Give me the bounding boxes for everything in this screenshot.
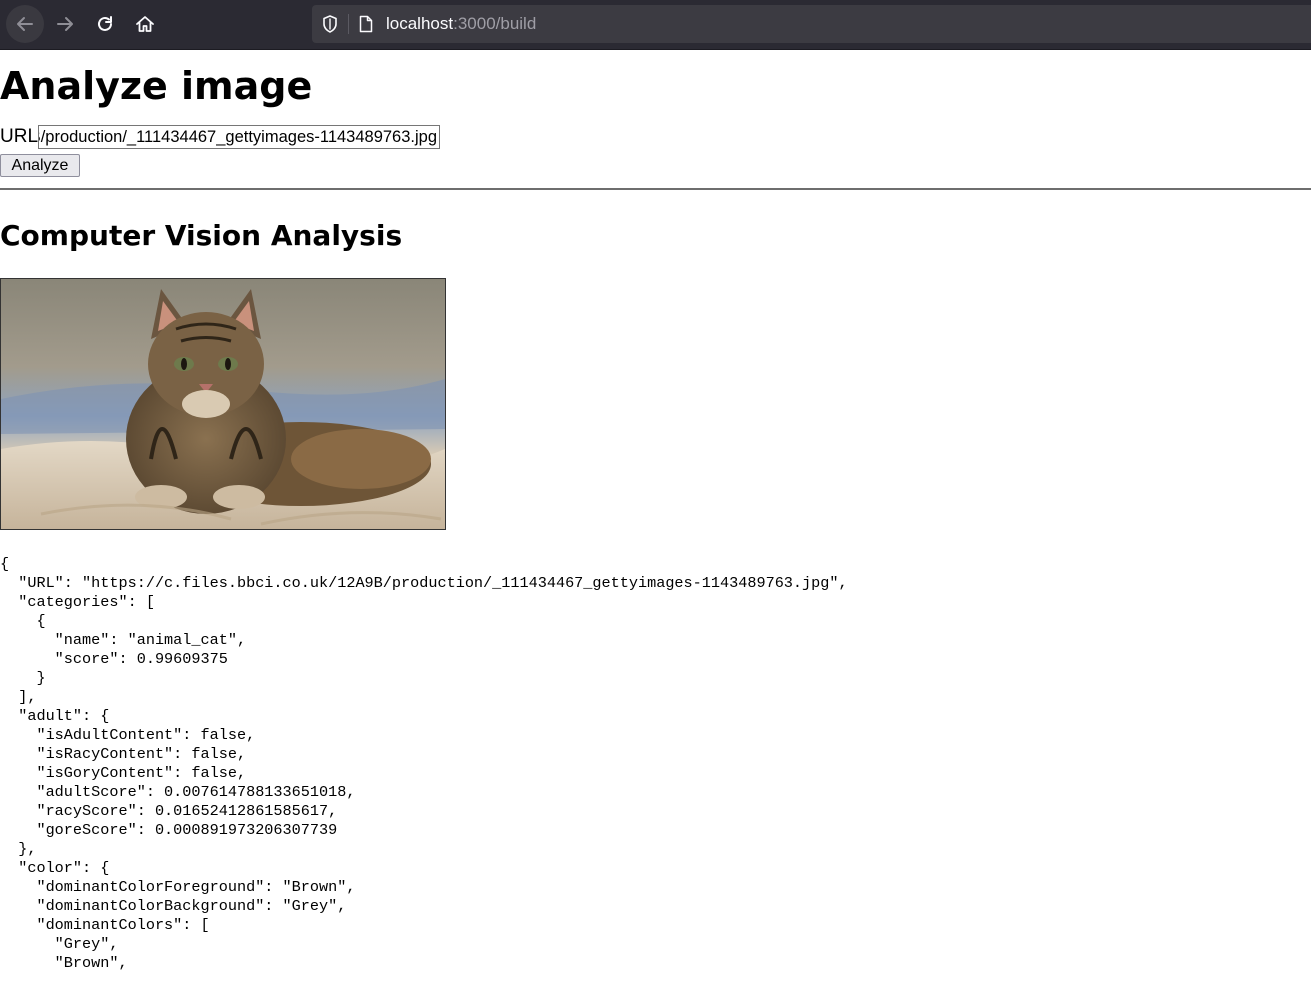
- analyzed-cat-photo: [0, 278, 446, 530]
- url-form-row: URL https://c.files.bbci.co.uk/12A9B/pro…: [0, 124, 1311, 150]
- browser-toolbar: localhost:3000/build: [0, 0, 1311, 50]
- analysis-json-output: { "URL": "https://c.files.bbci.co.uk/12A…: [0, 555, 848, 972]
- address-bar-divider: [348, 14, 349, 34]
- home-icon: [136, 16, 154, 32]
- arrow-right-icon: [57, 17, 73, 31]
- page-content: Analyze image URL https://c.files.bbci.c…: [0, 50, 1311, 973]
- shield-icon[interactable]: [322, 15, 338, 33]
- reload-icon: [98, 16, 112, 31]
- reload-button[interactable]: [86, 5, 124, 43]
- section-title: Computer Vision Analysis: [0, 219, 403, 252]
- address-host: localhost: [386, 14, 454, 33]
- address-bar[interactable]: localhost:3000/build: [312, 5, 1311, 43]
- arrow-left-icon: [17, 17, 33, 31]
- forward-button[interactable]: [46, 5, 84, 43]
- url-input-value: https://c.files.bbci.co.uk/12A9B/product…: [39, 128, 438, 146]
- address-path: :3000/build: [453, 14, 537, 33]
- page-icon[interactable]: [358, 15, 374, 33]
- address-url[interactable]: localhost:3000/build: [386, 5, 536, 43]
- home-button[interactable]: [126, 5, 164, 43]
- divider: [0, 188, 1311, 190]
- url-label: URL: [0, 126, 39, 147]
- url-input[interactable]: https://c.files.bbci.co.uk/12A9B/product…: [38, 125, 441, 149]
- page-title: Analyze image: [0, 64, 313, 108]
- analyze-button[interactable]: Analyze: [0, 154, 80, 177]
- back-button[interactable]: [6, 5, 44, 43]
